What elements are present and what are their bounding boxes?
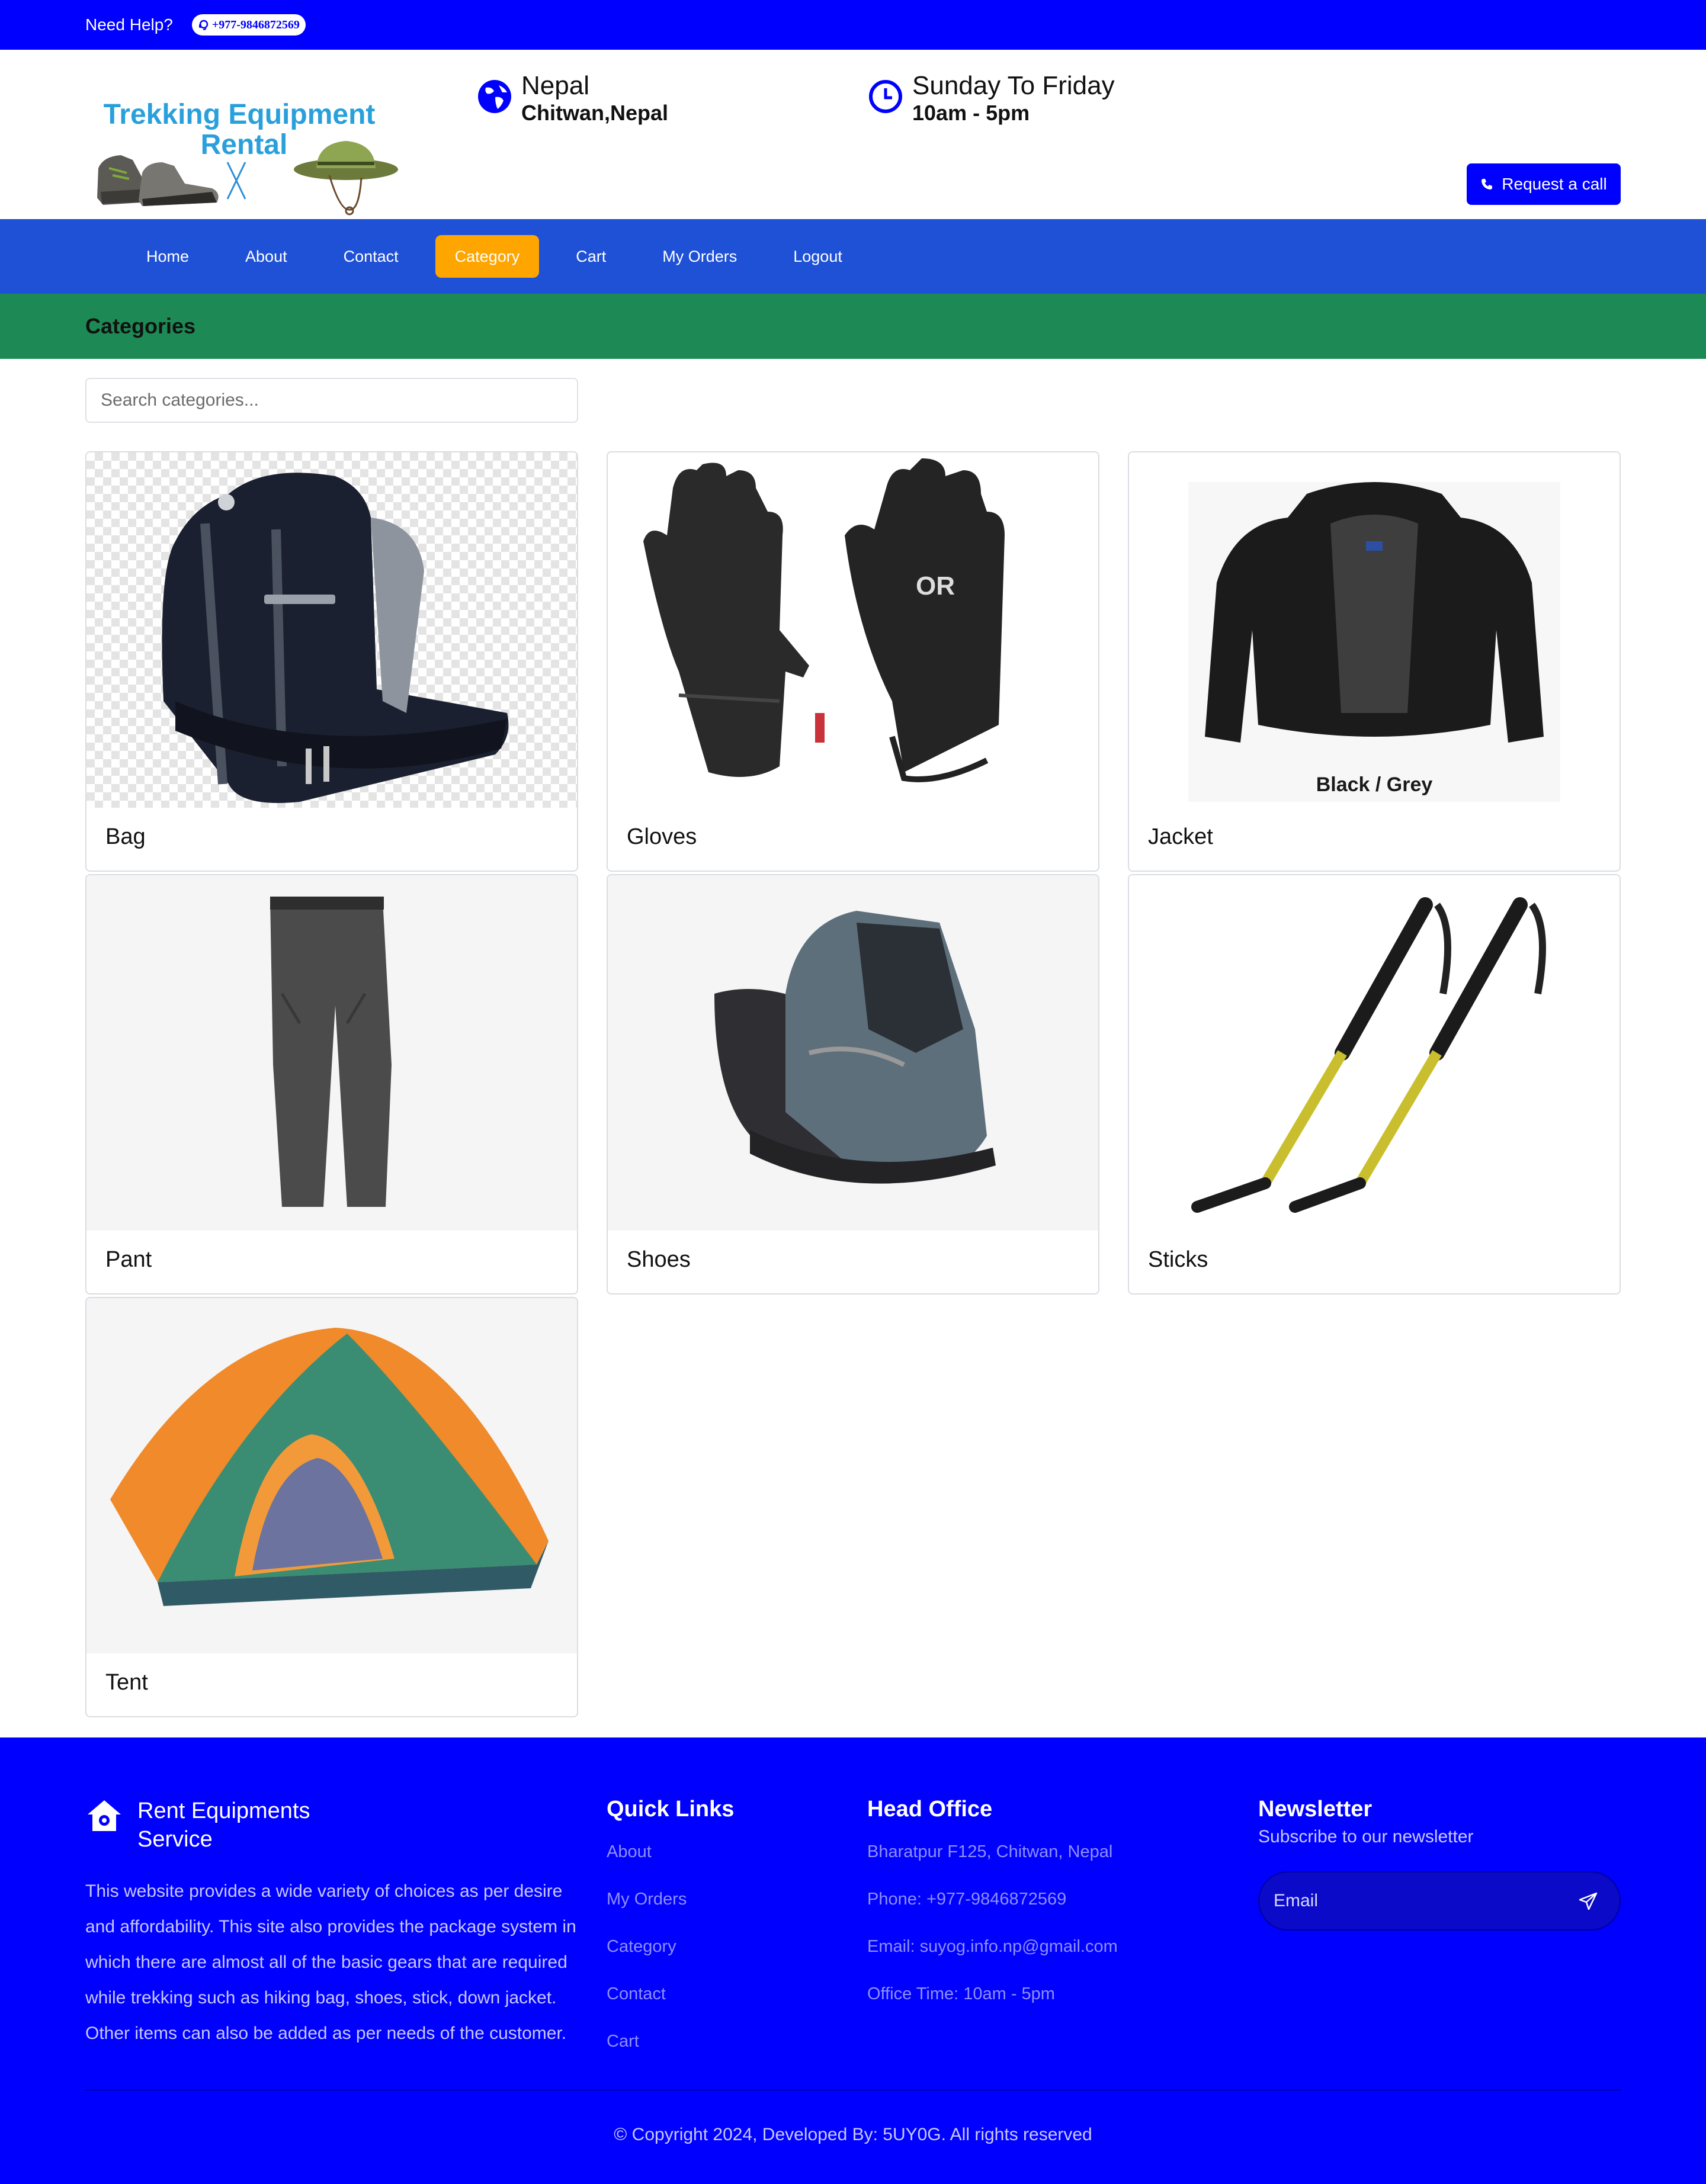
newsletter-subtitle: Subscribe to our newsletter [1258, 1827, 1474, 1846]
copyright-text: © Copyright 2024, Developed By: 5UY0G. A… [614, 2125, 1092, 2144]
location-title: Nepal [521, 71, 589, 100]
request-call-label: Request a call [1502, 175, 1607, 193]
office-email: Email: suyog.info.np@gmail.com [867, 1937, 1118, 1956]
head-office-column: Head Office Bharatpur F125, Chitwan, Nep… [867, 1797, 1118, 2029]
nav-item-home[interactable]: Home [127, 235, 209, 278]
category-image-gloves: OR [608, 452, 1098, 808]
footer-link-category[interactable]: Category [607, 1935, 734, 1982]
footer-divider [85, 2089, 1621, 2090]
category-image-sticks [1129, 875, 1620, 1231]
category-card-pant[interactable]: Pant [85, 874, 578, 1295]
hours-info: Sunday To Friday 10am - 5pm [868, 50, 1115, 126]
footer-link-cart[interactable]: Cart [607, 2029, 734, 2077]
category-card-bag[interactable]: Bag [85, 451, 578, 872]
topbar-phone: +977-9846872569 [211, 18, 300, 31]
footer-link-contact[interactable]: Contact [607, 1982, 734, 2029]
gloves-illustration: OR [643, 458, 1005, 782]
newsletter-column: Newsletter Subscribe to our newsletter [1258, 1797, 1474, 1847]
category-name-shoes: Shoes [627, 1247, 691, 1272]
nav-item-cart[interactable]: Cart [556, 235, 626, 278]
nav-item-logout[interactable]: Logout [774, 235, 862, 278]
category-name-jacket: Jacket [1148, 824, 1213, 849]
location-info: Nepal Chitwan,Nepal [477, 50, 668, 126]
footer-link-my-orders[interactable]: My Orders [607, 1887, 734, 1935]
category-name-sticks: Sticks [1148, 1247, 1208, 1272]
backpack-illustration [162, 473, 509, 803]
category-image-bag [86, 452, 577, 808]
office-phone: Phone: +977-9846872569 [867, 1890, 1067, 1909]
clock-icon [869, 80, 902, 113]
phone-icon [1481, 179, 1493, 190]
headset-icon [198, 20, 209, 30]
footer-brand-name: Rent Equipments Service [137, 1798, 310, 1852]
tent-illustration [110, 1328, 549, 1606]
category-name-bag: Bag [105, 824, 146, 849]
office-address: Bharatpur F125, Chitwan, Nepal [867, 1842, 1113, 1861]
footer-link-about[interactable]: About [607, 1840, 734, 1887]
site-header: Trekking Equipment Rental Nepal Chitwan,… [0, 50, 1706, 219]
send-icon[interactable] [1578, 1891, 1598, 1912]
footer-description: This website provides a wide variety of … [85, 1881, 576, 2043]
category-card-shoes[interactable]: Shoes [607, 874, 1099, 1295]
category-card-tent[interactable]: Tent [85, 1297, 578, 1717]
search-input[interactable] [85, 378, 578, 423]
jacket-caption: Black / Grey [1316, 773, 1433, 796]
globe-icon [478, 80, 511, 113]
svg-text:Trekking Equipment: Trekking Equipment [104, 99, 376, 130]
phone-pill[interactable]: +977-9846872569 [191, 14, 306, 36]
category-name-gloves: Gloves [627, 824, 697, 849]
category-image-tent [86, 1298, 577, 1653]
category-card-gloves[interactable]: OR Gloves [607, 451, 1099, 872]
category-image-jacket: Black / Grey [1129, 452, 1620, 808]
trekking-poles-illustration [1191, 897, 1546, 1213]
category-image-pant [86, 875, 577, 1231]
categories-header-bar: Categories [0, 294, 1706, 359]
svg-text:Rental: Rental [201, 129, 288, 160]
hours-subtitle: 10am - 5pm [912, 101, 1030, 125]
nav-item-my-orders[interactable]: My Orders [643, 235, 756, 278]
site-logo[interactable]: Trekking Equipment Rental [85, 73, 405, 216]
top-bar: Need Help? +977-9846872569 [0, 0, 1706, 50]
jacket-illustration: Black / Grey [1188, 482, 1560, 802]
quick-links-column: Quick Links About My Orders Category Con… [607, 1797, 734, 2077]
office-time: Office Time: 10am - 5pm [867, 1984, 1055, 2003]
main-nav: Home About Contact Category Cart My Orde… [0, 219, 1706, 294]
location-subtitle: Chitwan,Nepal [521, 101, 669, 125]
category-card-sticks[interactable]: Sticks [1128, 874, 1621, 1295]
pant-illustration [270, 897, 392, 1207]
head-office-title: Head Office [867, 1797, 993, 1822]
need-help-label: Need Help? [85, 15, 173, 34]
home-gear-icon [88, 1800, 121, 1831]
hours-title: Sunday To Friday [912, 71, 1115, 100]
category-name-tent: Tent [105, 1670, 148, 1695]
newsletter-title: Newsletter [1258, 1797, 1373, 1822]
category-name-pant: Pant [105, 1247, 152, 1272]
category-image-shoes [608, 875, 1098, 1231]
newsletter-email-field[interactable]: Email [1258, 1871, 1621, 1931]
nav-item-category[interactable]: Category [435, 235, 540, 278]
nav-item-about[interactable]: About [226, 235, 307, 278]
category-card-jacket[interactable]: Black / Grey Jacket [1128, 451, 1621, 872]
nav-item-contact[interactable]: Contact [324, 235, 418, 278]
shoes-illustration [714, 911, 996, 1184]
page-title: Categories [85, 314, 196, 338]
request-call-button[interactable]: Request a call [1467, 163, 1621, 205]
site-footer: Rent Equipments Service This website pro… [0, 1737, 1706, 2184]
newsletter-email-placeholder: Email [1274, 1891, 1319, 1910]
quick-links-title: Quick Links [607, 1797, 735, 1822]
svg-text:OR: OR [916, 571, 955, 600]
footer-brand: Rent Equipments Service [85, 1797, 327, 1854]
